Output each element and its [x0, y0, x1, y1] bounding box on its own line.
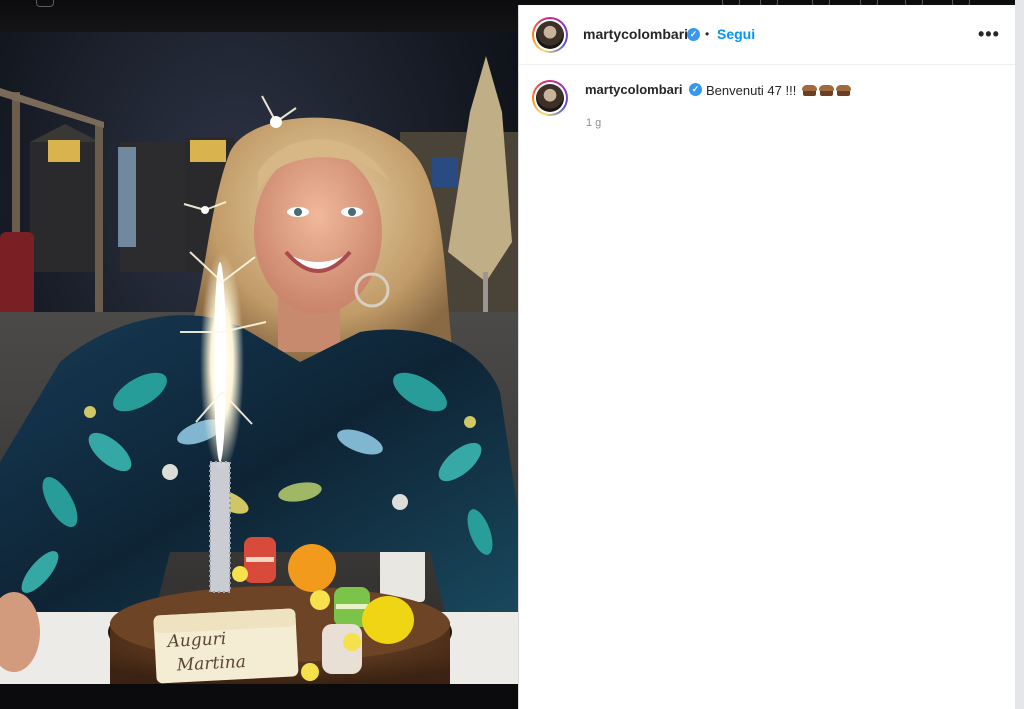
header-separator: •: [705, 27, 710, 41]
avatar-inner: [534, 82, 566, 114]
verified-badge-icon: ✓: [687, 28, 700, 41]
cake-emoji-icon: [818, 84, 834, 97]
avatar-image: [536, 84, 564, 112]
caption-body: Benvenuti 47 !!!: [706, 83, 851, 98]
author-avatar[interactable]: [532, 17, 568, 53]
post-side-panel: martycolombari ✓ • Segui ••• martycolomb…: [518, 5, 1016, 709]
top-icon-ghost: [36, 0, 54, 7]
cake-emoji-icon: [801, 84, 817, 97]
caption-text: Benvenuti 47 !!!: [706, 83, 797, 98]
post-header: martycolombari ✓ • Segui •••: [519, 5, 1016, 65]
cake-emoji-icon: [835, 84, 851, 97]
photo-bottom-bar: [0, 684, 518, 709]
author-username[interactable]: martycolombari: [583, 26, 688, 42]
photo-image: Auguri Martina: [0, 32, 518, 684]
more-options-icon[interactable]: •••: [978, 24, 1000, 45]
post-time-ago[interactable]: 1 g: [586, 117, 601, 129]
follow-button[interactable]: Segui: [717, 26, 755, 42]
post-photo[interactable]: Auguri Martina: [0, 32, 518, 684]
cake-text-line1: Auguri: [165, 629, 227, 652]
avatar-image: [536, 21, 564, 49]
cake-text-line2: Martina: [175, 652, 246, 676]
caption-avatar[interactable]: [532, 80, 568, 116]
caption-username[interactable]: martycolombari: [585, 82, 683, 97]
avatar-inner: [534, 19, 566, 51]
verified-badge-icon: ✓: [689, 83, 702, 96]
page-edge: [1015, 0, 1024, 709]
